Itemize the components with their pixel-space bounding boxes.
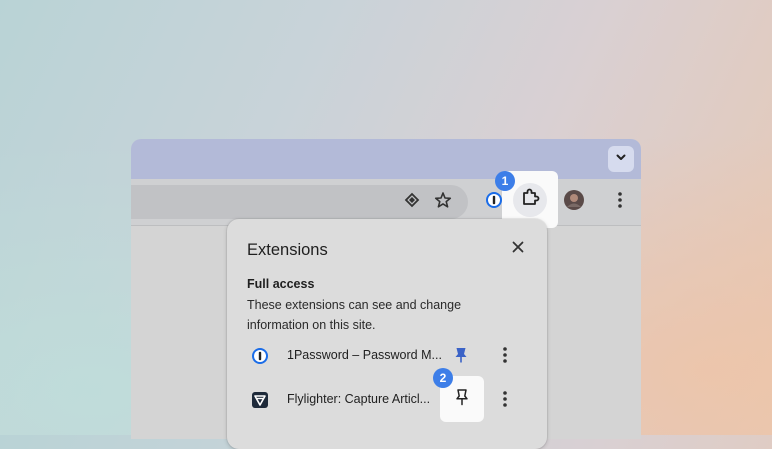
pin-filled-icon xyxy=(453,346,469,369)
bookmark-star-icon xyxy=(434,191,452,214)
onepassword-icon xyxy=(250,346,270,366)
tab-search-button[interactable] xyxy=(608,146,634,172)
popup-title: Extensions xyxy=(247,241,328,259)
extensions-button-hover xyxy=(513,182,547,217)
extension-row-flylighter[interactable]: Flylighter: Capture Articl... xyxy=(227,380,547,420)
extensions-puzzle-icon xyxy=(520,187,540,212)
extension-name: 1Password – Password M... xyxy=(287,348,442,362)
more-vertical-icon xyxy=(617,191,623,214)
onepassword-icon xyxy=(485,191,503,214)
tab-strip xyxy=(131,139,641,179)
browser-menu-button[interactable] xyxy=(606,188,634,216)
extension-row-1password[interactable]: 1Password – Password M... xyxy=(227,336,547,376)
flylighter-icon xyxy=(250,390,270,410)
profile-button[interactable] xyxy=(560,188,588,216)
reader-mode-icon xyxy=(403,191,421,214)
more-vertical-icon xyxy=(502,346,508,369)
extensions-popup: Extensions Full access These extensions … xyxy=(227,219,547,449)
pin-button-1password[interactable] xyxy=(449,345,473,369)
more-vertical-icon xyxy=(502,390,508,413)
pin-outline-icon xyxy=(454,388,470,411)
more-options-button-1password[interactable] xyxy=(493,345,517,369)
section-title: Full access xyxy=(247,277,315,291)
close-icon xyxy=(512,240,524,258)
bookmark-button[interactable] xyxy=(429,188,457,216)
reader-mode-button[interactable] xyxy=(398,188,426,216)
chevron-down-icon xyxy=(615,150,627,168)
close-button[interactable] xyxy=(508,239,528,259)
extension-name: Flylighter: Capture Articl... xyxy=(287,392,431,406)
section-description: These extensions can see and change info… xyxy=(247,298,462,332)
step-badge-1: 1 xyxy=(495,171,515,191)
profile-avatar xyxy=(563,189,585,216)
step-badge-2: 2 xyxy=(433,368,453,388)
more-options-button-flylighter[interactable] xyxy=(493,389,517,413)
